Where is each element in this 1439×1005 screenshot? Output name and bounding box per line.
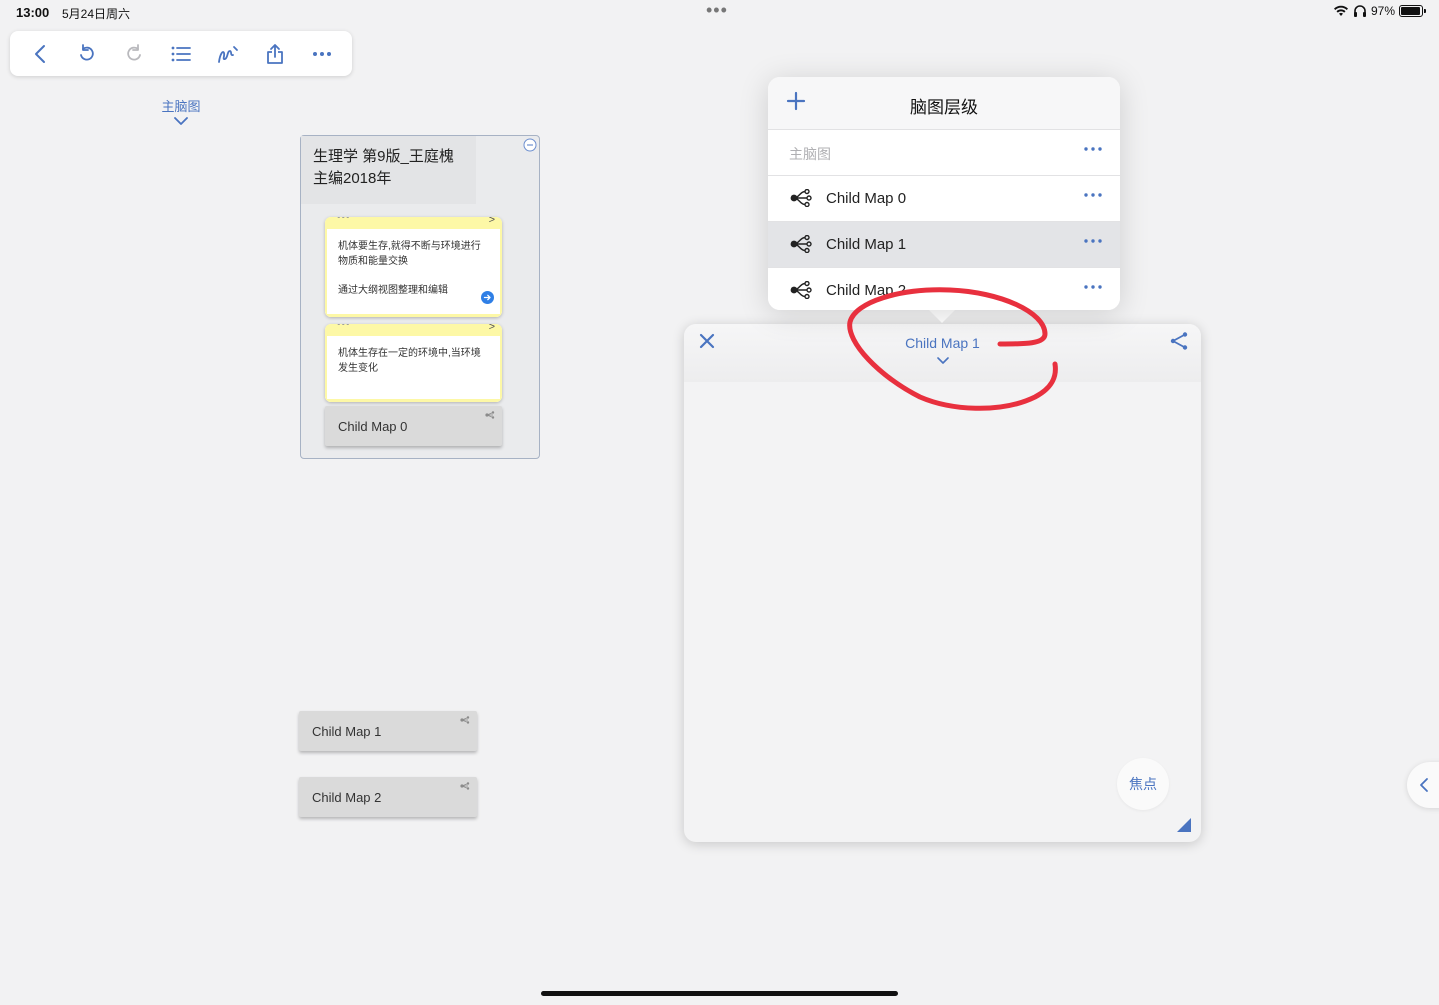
panel-title: Child Map 1 [905,335,980,351]
child-map-node-label: Child Map 2 [312,789,382,805]
share-icon [267,43,284,64]
hierarchy-item-label: Child Map 0 [826,190,907,207]
battery-icon [1399,5,1426,17]
note-card[interactable]: ••• > 机体要生存,就得不断与环境进行物质和能量交换 通过大纲视图整理和编辑 [325,217,502,317]
mindmap-icon [790,189,812,207]
child-map-node-0[interactable]: Child Map 0 [325,406,502,446]
more-button[interactable] [305,37,339,71]
battery-percent: 97% [1370,4,1395,18]
root-node-container[interactable]: 生理学 第9版_王庭槐主编2018年 ••• > 机体要生存,就得不断与环境进行… [300,135,540,459]
more-icon [313,51,332,56]
draw-button[interactable] [211,37,245,71]
child-map-node-2[interactable]: Child Map 2 [299,777,477,817]
panel-header: Child Map 1 [684,324,1201,382]
note-text: 机体要生存,就得不断与环境进行物质和能量交换 [338,241,481,267]
status-time: 13:00 [16,5,50,20]
mindmap-icon [460,782,470,790]
child-map-node-label: Child Map 0 [338,418,408,434]
more-icon[interactable] [1084,239,1102,243]
panel-map-selector[interactable]: Child Map 1 [684,335,1201,364]
headphones-icon [1353,5,1366,17]
side-panel-toggle[interactable] [1407,762,1439,808]
status-indicators: 97% [1333,4,1426,18]
mindmap-icon [790,281,812,299]
more-icon[interactable] [1084,193,1102,197]
main-map-selector[interactable]: 主脑图 [150,96,212,125]
toolbar [10,31,352,76]
multitasking-dots[interactable]: ••• [706,0,728,21]
note-subtext: 通过大纲视图整理和编辑 [338,285,448,296]
hierarchy-root-item[interactable]: 主脑图 [768,129,1120,175]
arrow-right-circle-icon[interactable] [481,291,494,304]
note-drag-handle[interactable]: ••• [337,217,351,223]
undo-icon [79,43,94,61]
chevron-left-icon [34,44,45,63]
resize-handle-icon[interactable] [1177,818,1191,832]
child-map-panel: Child Map 1 焦点 [684,324,1201,842]
note-drag-handle[interactable]: ••• [337,324,351,330]
focus-button[interactable]: 焦点 [1117,758,1169,810]
root-node-title[interactable]: 生理学 第9版_王庭槐主编2018年 [301,136,476,204]
chevron-down-icon [936,357,949,364]
outline-button[interactable] [164,37,198,71]
undo-button[interactable] [70,37,104,71]
note-expand-icon[interactable]: > [489,217,495,226]
hierarchy-item-child-map-1[interactable]: Child Map 1 [768,221,1120,267]
hierarchy-item-child-map-0[interactable]: Child Map 0 [768,175,1120,221]
home-indicator[interactable] [541,991,898,996]
popover-pointer [928,309,956,323]
chevron-left-icon [1420,778,1428,792]
back-button[interactable] [23,37,57,71]
wifi-icon [1333,5,1348,16]
more-icon[interactable] [1084,147,1102,151]
chevron-down-icon [174,117,188,125]
note-expand-icon[interactable]: > [489,324,495,333]
hierarchy-item-label: Child Map 1 [826,236,907,253]
share-button[interactable] [258,37,292,71]
share-nodes-icon[interactable] [1169,331,1189,351]
more-icon[interactable] [1084,285,1102,289]
note-text: 机体生存在一定的环境中,当环境发生变化 [338,348,481,374]
hierarchy-popover: 脑图层级 主脑图 Child Map 0 Child Map 1 Child M… [768,77,1120,310]
pen-scribble-icon [218,45,239,63]
main-map-label: 主脑图 [161,99,201,114]
redo-icon [127,43,141,61]
child-map-node-1[interactable]: Child Map 1 [299,711,477,751]
note-card[interactable]: ••• > 机体生存在一定的环境中,当环境发生变化 [325,324,502,402]
hierarchy-item-child-map-2[interactable]: Child Map 2 [768,267,1120,310]
mindmap-icon [790,235,812,253]
status-date: 5月24日周六 [62,7,131,21]
list-icon [171,46,191,61]
hierarchy-item-label: Child Map 2 [826,282,907,299]
hierarchy-item-label: 主脑图 [789,146,831,162]
collapse-icon[interactable] [523,138,537,152]
mindmap-icon [485,411,495,419]
child-map-node-label: Child Map 1 [312,723,382,739]
popover-header: 脑图层级 [768,77,1120,129]
popover-title: 脑图层级 [910,98,978,117]
mindmap-icon [460,716,470,724]
redo-button[interactable] [117,37,151,71]
